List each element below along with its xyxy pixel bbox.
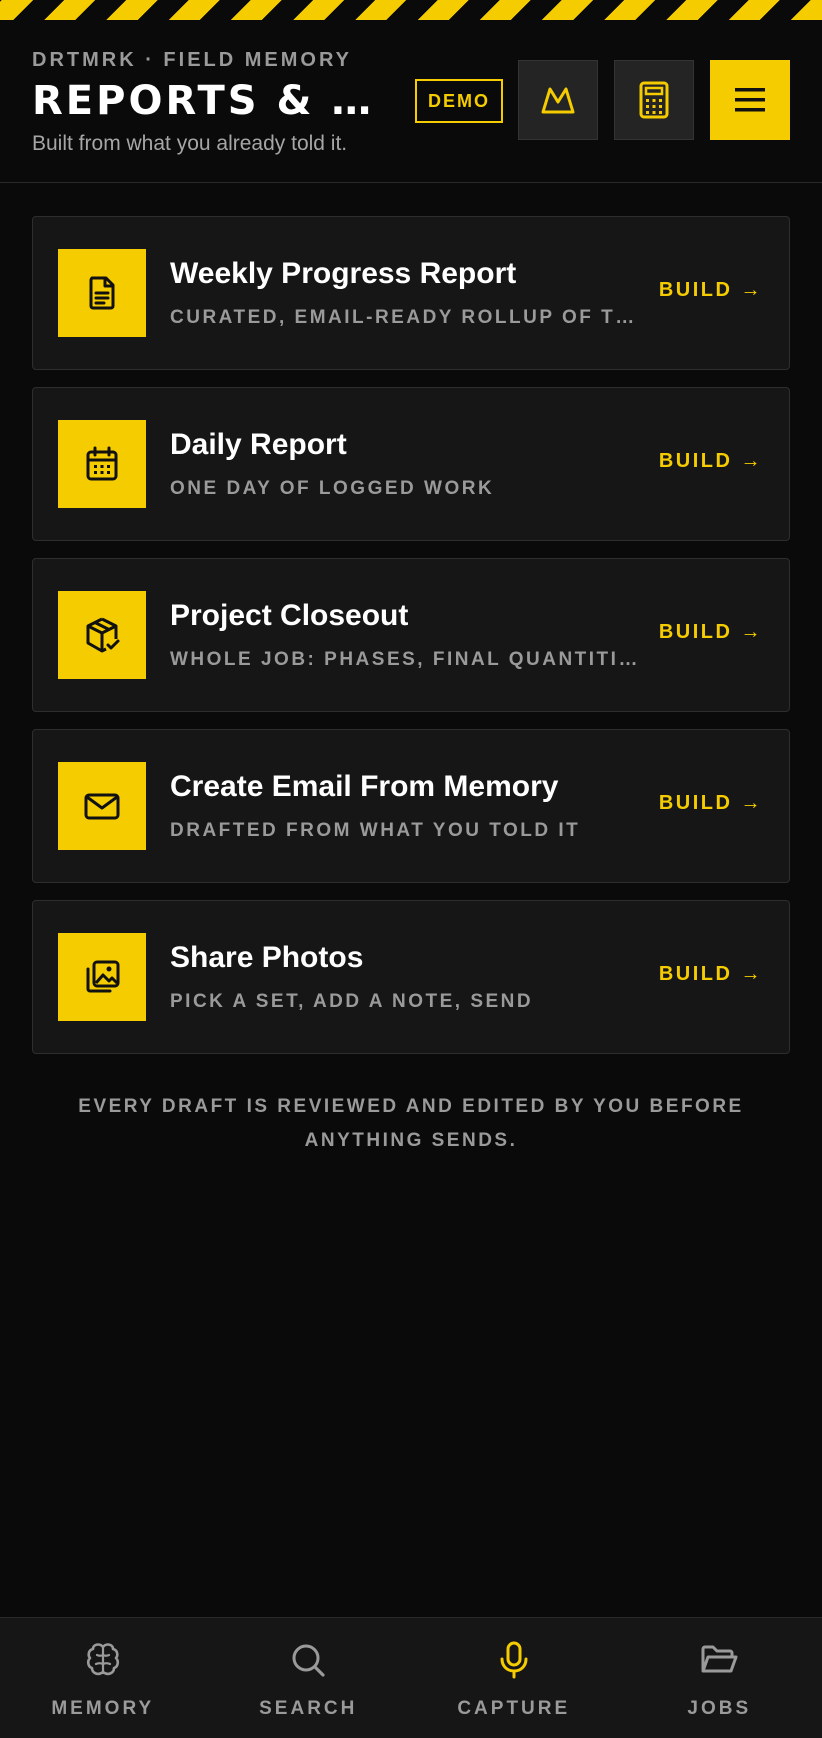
menu-icon <box>735 88 765 112</box>
card-title: Weekly Progress Report <box>170 257 517 290</box>
report-card-share-photos[interactable]: Share Photos PICK A SET, ADD A NOTE, SEN… <box>32 900 790 1054</box>
nav-item-memory[interactable]: MEMORY <box>0 1618 206 1738</box>
package-check-icon <box>86 617 120 653</box>
page-subtitle: Built from what you already told it. <box>32 132 348 155</box>
search-icon <box>288 1640 328 1680</box>
card-icon-tile <box>58 420 146 508</box>
report-card-email[interactable]: Create Email From Memory DRAFTED FROM WH… <box>32 729 790 883</box>
review-footnote: EVERY DRAFT IS REVIEWED AND EDITED BY YO… <box>78 1096 744 1151</box>
card-title: Share Photos <box>170 941 364 974</box>
card-icon-tile <box>58 933 146 1021</box>
card-title: Project Closeout <box>170 599 409 632</box>
card-subtitle: DRAFTED FROM WHAT YOU TOLD IT <box>170 820 581 841</box>
build-button[interactable]: BUILD → <box>659 279 763 302</box>
card-subtitle: CURATED, EMAIL-READY ROLLUP OF THE ... <box>170 307 640 328</box>
report-list: Weekly Progress Report CURATED, EMAIL-RE… <box>32 216 790 1071</box>
card-subtitle: WHOLE JOB: PHASES, FINAL QUANTITIES,... <box>170 649 640 670</box>
document-icon <box>89 276 115 310</box>
calculator-button[interactable] <box>614 60 694 140</box>
build-button[interactable]: BUILD → <box>659 621 763 644</box>
build-button[interactable]: BUILD → <box>659 450 763 473</box>
photos-icon <box>86 960 120 993</box>
card-icon-tile <box>58 762 146 850</box>
build-button[interactable]: BUILD → <box>659 792 763 815</box>
hazard-stripe <box>0 0 822 20</box>
card-subtitle: PICK A SET, ADD A NOTE, SEND <box>170 991 534 1012</box>
menu-button[interactable] <box>710 60 790 140</box>
nav-label: SEARCH <box>259 1698 358 1719</box>
card-icon-tile <box>58 249 146 337</box>
nav-item-capture[interactable]: CAPTURE <box>411 1618 617 1738</box>
card-subtitle: ONE DAY OF LOGGED WORK <box>170 478 495 499</box>
brain-icon <box>83 1640 123 1680</box>
folder-icon <box>699 1640 739 1680</box>
nav-label: MEMORY <box>51 1698 155 1719</box>
report-card-weekly-progress[interactable]: Weekly Progress Report CURATED, EMAIL-RE… <box>32 216 790 370</box>
report-card-closeout[interactable]: Project Closeout WHOLE JOB: PHASES, FINA… <box>32 558 790 712</box>
card-icon-tile <box>58 591 146 679</box>
app-eyebrow: DRTMRK · FIELD MEMORY <box>32 49 353 71</box>
demo-badge: DEMO <box>415 79 503 123</box>
calendar-icon <box>86 446 118 481</box>
build-button[interactable]: BUILD → <box>659 963 763 986</box>
bottom-nav: MEMORY SEARCH CAPTURE JOBS <box>0 1617 822 1738</box>
page-title: REPORTS & E... <box>32 78 387 124</box>
nav-label: JOBS <box>687 1698 752 1719</box>
mail-icon <box>84 793 120 820</box>
card-title: Create Email From Memory <box>170 770 559 803</box>
nav-item-jobs[interactable]: JOBS <box>617 1618 822 1738</box>
nav-label: CAPTURE <box>457 1698 571 1719</box>
card-title: Daily Report <box>170 428 347 461</box>
report-card-daily[interactable]: Daily Report ONE DAY OF LOGGED WORK BUIL… <box>32 387 790 541</box>
page-header: DRTMRK · FIELD MEMORY REPORTS & E... Bui… <box>0 20 822 183</box>
crown-button[interactable] <box>518 60 598 140</box>
calculator-icon <box>639 81 669 119</box>
nav-item-search[interactable]: SEARCH <box>206 1618 412 1738</box>
microphone-icon <box>494 1640 534 1680</box>
crown-icon <box>541 87 575 114</box>
